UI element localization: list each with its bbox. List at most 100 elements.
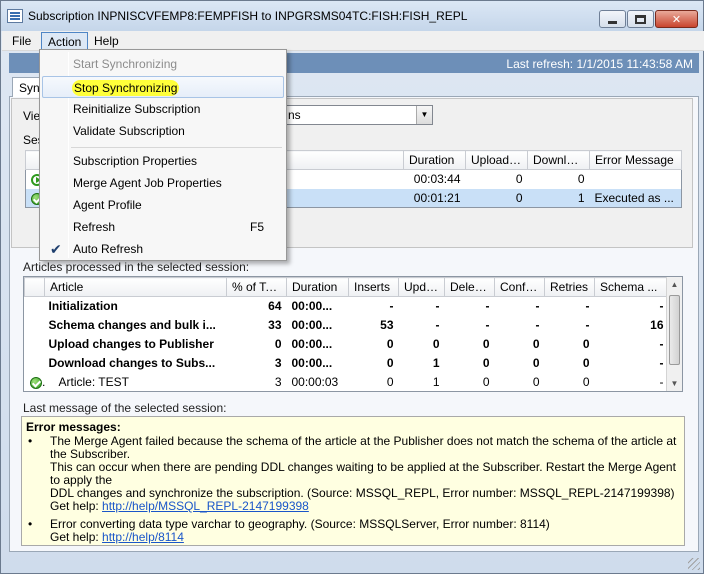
menu-item-agent-profile[interactable]: Agent Profile bbox=[42, 194, 284, 216]
scroll-up-icon[interactable]: ▲ bbox=[667, 277, 682, 292]
article-pct: 3 bbox=[274, 356, 282, 370]
article-updates: 1 bbox=[432, 356, 440, 370]
help-link[interactable]: http://help/8114 bbox=[102, 530, 184, 544]
title-bar: Subscription INPNISCVFEMP8:FEMPFISH to I… bbox=[1, 1, 703, 31]
menu-bar: File Action Help bbox=[2, 31, 704, 51]
article-name: Schema changes and bulk i... bbox=[48, 318, 216, 332]
help-link[interactable]: http://help/MSSQL_REPL-2147199398 bbox=[102, 499, 309, 513]
article-duration: 00:00... bbox=[291, 356, 333, 370]
article-schema: 16 bbox=[650, 318, 664, 332]
error-line: This can occur when there are pending DD… bbox=[50, 460, 676, 487]
article-name: Article: TEST bbox=[58, 375, 129, 389]
col-header-pct[interactable]: % of Total bbox=[226, 277, 287, 297]
col-header-inserts[interactable]: Inserts bbox=[348, 277, 399, 297]
help-line: Get help: http://help/MSSQL_REPL-2147199… bbox=[50, 500, 680, 513]
col-header-retries[interactable]: Retries bbox=[544, 277, 595, 297]
view-select-value: ns bbox=[288, 108, 301, 122]
session-downloaded: 0 bbox=[577, 172, 585, 187]
article-schema: - bbox=[659, 299, 664, 314]
article-retries: - bbox=[585, 318, 590, 332]
article-pct: 64 bbox=[268, 299, 282, 314]
window-title: Subscription INPNISCVFEMP8:FEMPFISH to I… bbox=[28, 9, 468, 23]
resize-grip-icon[interactable] bbox=[688, 558, 700, 570]
article-row[interactable]: Upload changes to Publisher 0 00:00... 0… bbox=[25, 335, 669, 354]
menu-item-subscription-properties[interactable]: Subscription Properties bbox=[42, 150, 284, 172]
col-header-error-message[interactable]: Error Message bbox=[589, 150, 682, 170]
menu-item-label: Validate Subscription bbox=[73, 124, 185, 138]
menu-item-merge-agent-job-properties[interactable]: Merge Agent Job Properties bbox=[42, 172, 284, 194]
scroll-down-icon[interactable]: ▼ bbox=[667, 376, 682, 391]
article-pct: 0 bbox=[274, 337, 282, 351]
menu-item-refresh[interactable]: Refresh F5 bbox=[42, 216, 284, 238]
col-header-downloaded[interactable]: Downloa... bbox=[527, 150, 590, 170]
article-updates: 1 bbox=[432, 375, 440, 389]
menu-item-validate[interactable]: Validate Subscription bbox=[42, 120, 284, 142]
error-message-entry: • The Merge Agent failed because the sch… bbox=[26, 435, 680, 513]
error-messages-heading: Error messages: bbox=[26, 420, 121, 434]
col-header-deletes[interactable]: Deletes bbox=[444, 277, 495, 297]
article-duration: 00:00... bbox=[291, 337, 333, 351]
menu-item-label: Merge Agent Job Properties bbox=[73, 176, 222, 190]
check-icon bbox=[29, 376, 42, 389]
article-conflicts: - bbox=[535, 299, 540, 314]
menu-item-auto-refresh[interactable]: ✔ Auto Refresh bbox=[42, 238, 284, 260]
menu-item-reinitialize[interactable]: Reinitialize Subscription bbox=[42, 98, 284, 120]
article-pct: 33 bbox=[268, 318, 282, 332]
article-updates: 0 bbox=[432, 337, 440, 351]
menu-file[interactable]: File bbox=[6, 32, 37, 50]
close-icon: ✕ bbox=[671, 13, 682, 26]
articles-panel: Article % of Total Duration Inserts Upda… bbox=[23, 276, 683, 392]
last-refresh-text: Last refresh: 1/1/2015 11:43:58 AM bbox=[506, 57, 693, 71]
col-header-duration[interactable]: Duration bbox=[403, 150, 466, 170]
maximize-button[interactable] bbox=[627, 10, 654, 28]
articles-label: Articles processed in the selected sessi… bbox=[23, 260, 250, 274]
article-inserts: 0 bbox=[386, 356, 394, 370]
article-retries: 0 bbox=[582, 356, 590, 370]
col-header-updates[interactable]: Upda... bbox=[398, 277, 445, 297]
article-conflicts: 0 bbox=[532, 375, 540, 389]
articles-scrollbar[interactable]: ▲ ▼ bbox=[666, 277, 682, 391]
menu-item-label: Start Synchronizing bbox=[73, 57, 178, 71]
article-row[interactable]: Download changes to Subs... 3 00:00... 0… bbox=[25, 354, 669, 373]
menu-item-start-synchronizing[interactable]: Start Synchronizing bbox=[42, 53, 284, 75]
session-error: Executed as ... bbox=[589, 188, 682, 208]
col-header-schema[interactable]: Schema ... bbox=[594, 277, 669, 297]
article-inserts: 53 bbox=[380, 318, 394, 332]
article-inserts: - bbox=[389, 299, 394, 314]
col-header-article[interactable]: Article bbox=[44, 277, 227, 297]
chevron-down-icon[interactable]: ▼ bbox=[416, 106, 432, 124]
last-message-label: Last message of the selected session: bbox=[23, 401, 227, 415]
view-label: Vie bbox=[23, 109, 41, 123]
article-duration: 00:00... bbox=[291, 318, 333, 332]
article-row[interactable]: Schema changes and bulk i... 33 00:00...… bbox=[25, 316, 669, 335]
col-header-uploaded[interactable]: Uploade... bbox=[465, 150, 528, 170]
session-duration: 00:03:44 bbox=[413, 172, 461, 187]
scroll-thumb[interactable] bbox=[669, 295, 680, 365]
article-deletes: 0 bbox=[482, 337, 490, 351]
menu-action[interactable]: Action bbox=[41, 32, 89, 50]
article-schema: - bbox=[659, 356, 664, 370]
bullet-icon: • bbox=[28, 434, 33, 448]
menu-help[interactable]: Help bbox=[88, 32, 125, 50]
article-name: Upload changes to Publisher bbox=[48, 337, 214, 351]
article-deletes: - bbox=[485, 318, 490, 332]
article-name: Initialization bbox=[48, 299, 118, 314]
col-header-duration[interactable]: Duration bbox=[286, 277, 349, 297]
help-line: Get help: http://help/8114 bbox=[50, 531, 680, 544]
article-deletes: - bbox=[485, 299, 490, 314]
menu-item-stop-synchronizing[interactable]: Stop Synchronizing bbox=[42, 76, 284, 98]
article-row[interactable]: Article: TEST 3 00:00:03 0 1 0 0 0 - bbox=[25, 373, 669, 392]
col-header-conflicts[interactable]: Confli... bbox=[494, 277, 545, 297]
view-select[interactable]: ns ▼ bbox=[283, 105, 433, 125]
articles-grid: Article % of Total Duration Inserts Upda… bbox=[24, 277, 669, 392]
session-duration: 00:01:21 bbox=[403, 188, 466, 208]
minimize-button[interactable] bbox=[599, 10, 626, 28]
app-icon bbox=[7, 9, 23, 23]
close-button[interactable]: ✕ bbox=[655, 10, 698, 28]
article-row[interactable]: Initialization 64 00:00... - - - - - - bbox=[25, 297, 669, 316]
article-retries: - bbox=[585, 299, 590, 314]
menu-item-label: Refresh bbox=[73, 220, 116, 234]
article-pct: 3 bbox=[274, 375, 282, 389]
article-conflicts: - bbox=[535, 318, 540, 332]
action-menu: Start Synchronizing Stop Synchronizing R… bbox=[39, 49, 287, 261]
